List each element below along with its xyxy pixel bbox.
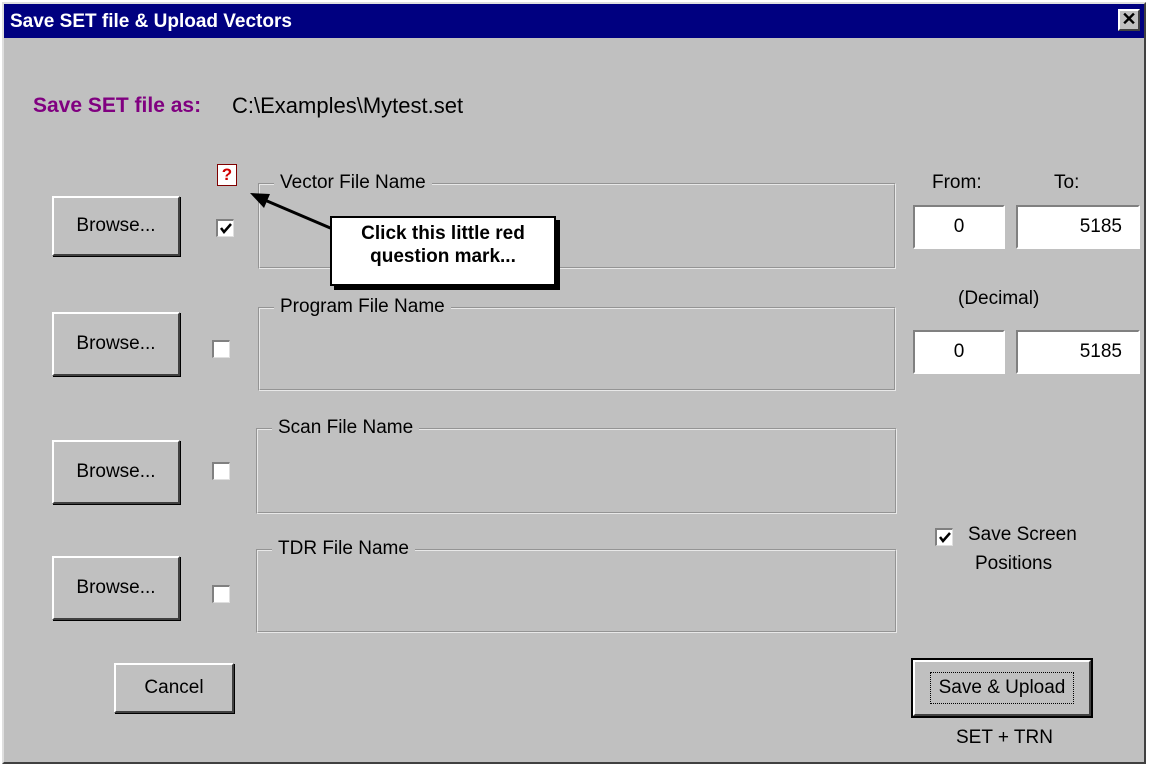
help-question-icon[interactable]: ?	[217, 164, 237, 186]
from-label: From:	[932, 172, 982, 193]
decimal-label: (Decimal)	[958, 288, 1040, 309]
program-file-label: Program File Name	[274, 296, 451, 318]
browse-vector-button[interactable]: Browse...	[52, 196, 180, 256]
save-upload-label: Save & Upload	[929, 672, 1075, 704]
program-checkbox[interactable]	[212, 340, 230, 358]
save-screen-label-line2: Positions	[975, 553, 1053, 574]
browse-scan-button[interactable]: Browse...	[52, 440, 180, 504]
save-screen-checkbox[interactable]	[935, 528, 953, 546]
checkmark-icon	[220, 223, 232, 234]
window-title: Save SET file & Upload Vectors	[10, 11, 292, 32]
browse-program-button[interactable]: Browse...	[52, 312, 180, 376]
to-label: To:	[1054, 172, 1080, 193]
browse-tdr-button[interactable]: Browse...	[52, 556, 180, 620]
range-to-input-2[interactable]: 5185	[1016, 330, 1140, 374]
checkmark-icon	[939, 532, 951, 543]
save-upload-button[interactable]: Save & Upload	[911, 658, 1093, 718]
tdr-file-group: TDR File Name	[256, 538, 897, 633]
tdr-file-label: TDR File Name	[272, 538, 415, 560]
program-file-group: Program File Name	[258, 296, 896, 391]
save-as-path: C:\Examples\Mytest.set	[232, 93, 464, 118]
save-upload-caption: SET + TRN	[956, 727, 1053, 748]
vector-checkbox[interactable]	[216, 219, 234, 237]
scan-checkbox[interactable]	[212, 462, 230, 480]
scan-file-label: Scan File Name	[272, 417, 420, 439]
close-icon[interactable]: ✕	[1118, 9, 1140, 31]
save-as-label: Save SET file as:	[33, 94, 202, 117]
scan-file-group: Scan File Name	[256, 417, 897, 514]
help-callout: Click this little red question mark...	[330, 216, 556, 286]
tdr-checkbox[interactable]	[212, 585, 230, 603]
save-screen-label-line1: Save Screen	[968, 524, 1077, 545]
range-to-input-1[interactable]: 5185	[1016, 205, 1140, 249]
range-from-input-1[interactable]: 0	[913, 205, 1005, 249]
range-from-input-2[interactable]: 0	[913, 330, 1005, 374]
cancel-button[interactable]: Cancel	[114, 663, 234, 713]
callout-arrow	[250, 193, 336, 232]
title-bar[interactable]: Save SET file & Upload Vectors ✕	[4, 4, 1144, 38]
